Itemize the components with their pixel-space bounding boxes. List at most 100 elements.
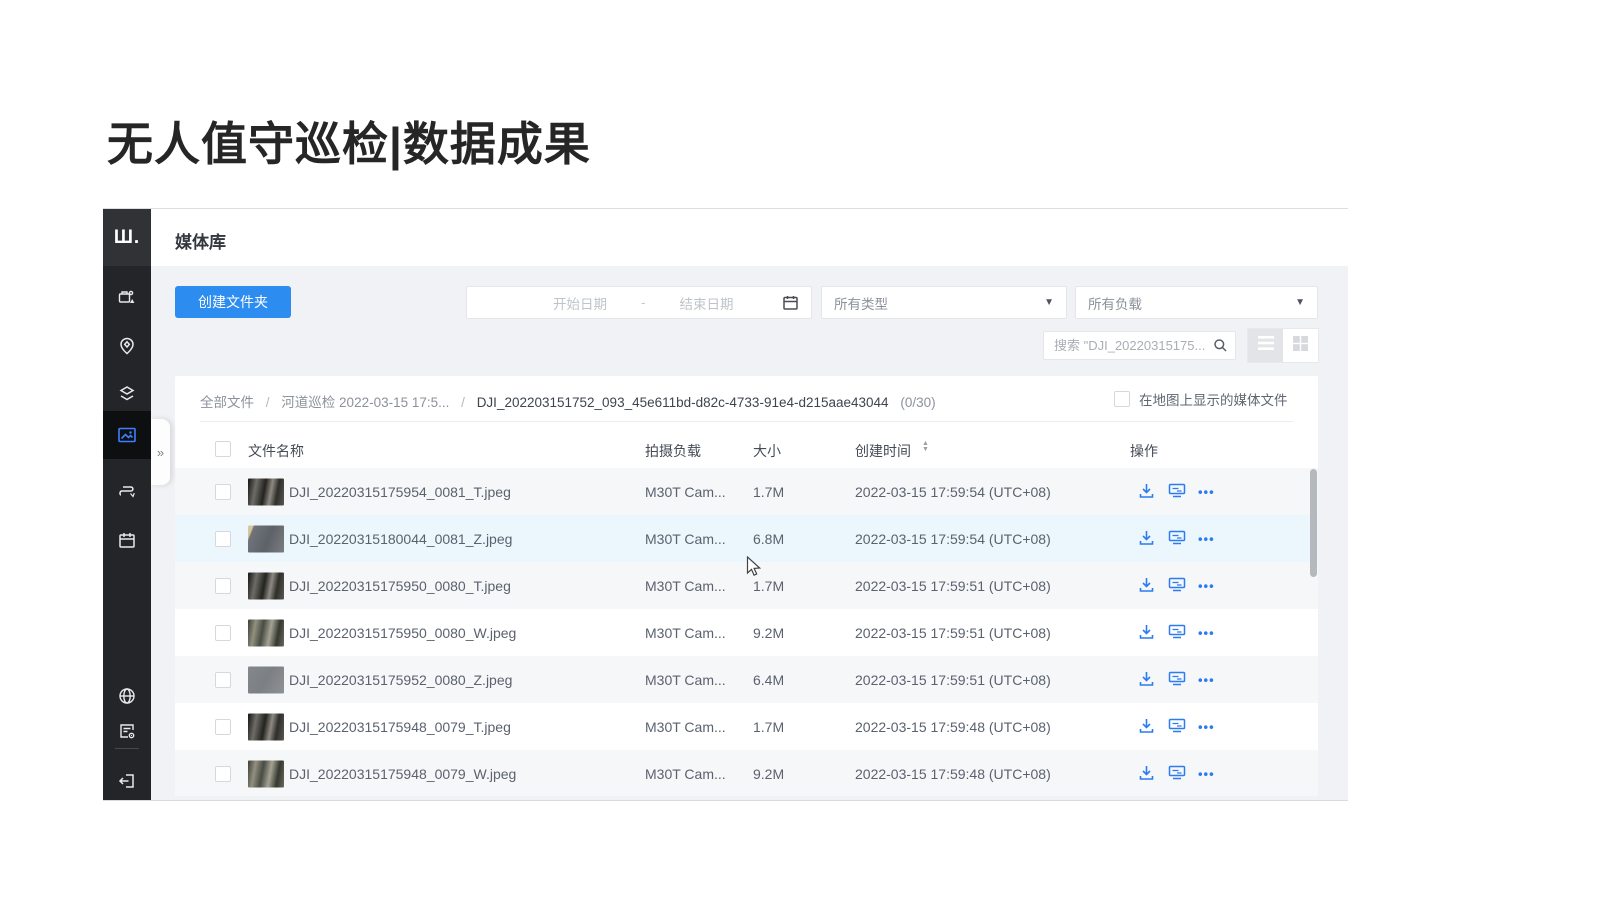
file-thumbnail[interactable]	[248, 525, 284, 552]
file-list-card: 全部文件 / 河道巡检 2022-03-15 17:5... / DJI_202…	[175, 376, 1318, 796]
table-row[interactable]: DJI_20220315175950_0080_T.jpeg M30T Cam.…	[175, 562, 1318, 609]
view-on-screen-icon[interactable]	[1168, 717, 1186, 736]
page-title: 无人值守巡检|数据成果	[107, 108, 591, 174]
row-checkbox[interactable]	[215, 719, 231, 735]
file-thumbnail[interactable]	[248, 572, 284, 599]
sidebar-item-logout[interactable]	[103, 757, 151, 801]
table-row[interactable]: DJI_20220315175948_0079_T.jpeg M30T Cam.…	[175, 703, 1318, 750]
view-on-screen-icon[interactable]	[1168, 576, 1186, 595]
file-payload: M30T Cam...	[645, 578, 726, 594]
file-thumbnail[interactable]	[248, 713, 284, 740]
end-date-placeholder[interactable]: 结束日期	[680, 293, 734, 313]
sidebar-divider	[115, 748, 139, 749]
row-checkbox[interactable]	[215, 766, 231, 782]
map-display-toggle[interactable]: 在地图上显示的媒体文件	[1114, 389, 1288, 409]
view-on-screen-icon[interactable]	[1168, 670, 1186, 689]
view-on-screen-icon[interactable]	[1168, 529, 1186, 548]
sidebar-item-map-marker[interactable]	[103, 322, 151, 370]
calendar-picker-icon[interactable]	[782, 294, 799, 314]
file-payload: M30T Cam...	[645, 625, 726, 641]
file-name[interactable]: DJI_20220315175950_0080_T.jpeg	[289, 578, 511, 594]
scrollbar-thumb[interactable]	[1310, 469, 1317, 577]
row-checkbox[interactable]	[215, 578, 231, 594]
map-marker-icon	[117, 336, 137, 356]
file-created: 2022-03-15 17:59:51 (UTC+08)	[855, 672, 1051, 688]
table-row[interactable]: DJI_20220315175948_0079_W.jpeg M30T Cam.…	[175, 750, 1318, 796]
view-on-screen-icon[interactable]	[1168, 623, 1186, 642]
download-icon[interactable]	[1138, 482, 1155, 502]
more-actions-icon[interactable]: •••	[1198, 625, 1215, 640]
sort-created-button[interactable]: ▲ ▼	[922, 441, 929, 453]
dock-logo-icon: Ш.	[103, 209, 151, 266]
sidebar-item-flight-route[interactable]	[103, 466, 151, 514]
layers-icon	[117, 384, 137, 404]
file-payload: M30T Cam...	[645, 531, 726, 547]
sidebar-item-devices[interactable]	[103, 274, 151, 322]
file-name[interactable]: DJI_20220315175954_0081_T.jpeg	[289, 484, 511, 500]
file-thumbnail[interactable]	[248, 619, 284, 646]
date-separator: -	[641, 295, 646, 310]
flight-route-icon	[117, 480, 137, 500]
sidebar-item-task-plan[interactable]	[103, 516, 151, 564]
file-thumbnail[interactable]	[248, 478, 284, 505]
breadcrumb-root[interactable]: 全部文件	[200, 395, 254, 410]
file-thumbnail[interactable]	[248, 666, 284, 693]
main-header: 媒体库	[151, 209, 1348, 266]
table-row[interactable]: DJI_20220315180044_0081_Z.jpeg M30T Cam.…	[175, 515, 1318, 562]
table-row[interactable]: DJI_20220315175950_0080_W.jpeg M30T Cam.…	[175, 609, 1318, 656]
file-name[interactable]: DJI_20220315175950_0080_W.jpeg	[289, 625, 516, 641]
grid-view-button[interactable]	[1283, 329, 1318, 362]
row-checkbox[interactable]	[215, 672, 231, 688]
view-on-screen-icon[interactable]	[1168, 482, 1186, 501]
table-row[interactable]: DJI_20220315175952_0080_Z.jpeg M30T Cam.…	[175, 656, 1318, 703]
file-payload: M30T Cam...	[645, 766, 726, 782]
breadcrumb-current: DJI_202203151752_093_45e611bd-d82c-4733-…	[477, 395, 889, 410]
start-date-placeholder[interactable]: 开始日期	[553, 293, 607, 313]
file-thumbnail[interactable]	[248, 760, 284, 787]
create-folder-button[interactable]: 创建文件夹	[175, 286, 291, 318]
file-size: 6.4M	[753, 672, 784, 688]
download-icon[interactable]	[1138, 764, 1155, 784]
sidebar-item-media-library[interactable]	[103, 411, 151, 459]
more-actions-icon[interactable]: •••	[1198, 672, 1215, 687]
payload-filter-select[interactable]: 所有负载 ▼	[1075, 286, 1318, 319]
row-checkbox[interactable]	[215, 625, 231, 641]
download-icon[interactable]	[1138, 623, 1155, 643]
table-row[interactable]: DJI_20220315175954_0081_T.jpeg M30T Cam.…	[175, 468, 1318, 515]
search-box[interactable]	[1043, 331, 1236, 360]
file-payload: M30T Cam...	[645, 672, 726, 688]
file-name[interactable]: DJI_20220315175948_0079_T.jpeg	[289, 719, 511, 735]
file-created: 2022-03-15 17:59:48 (UTC+08)	[855, 766, 1051, 782]
download-icon[interactable]	[1138, 529, 1155, 549]
map-display-checkbox[interactable]	[1114, 391, 1130, 407]
select-all-checkbox[interactable]	[215, 441, 231, 457]
more-actions-icon[interactable]: •••	[1198, 578, 1215, 593]
more-actions-icon[interactable]: •••	[1198, 719, 1215, 734]
download-icon[interactable]	[1138, 576, 1155, 596]
column-header-created: 创建时间	[855, 441, 911, 461]
row-checkbox[interactable]	[215, 531, 231, 547]
file-size: 6.8M	[753, 531, 784, 547]
date-range-picker[interactable]: 开始日期 - 结束日期	[466, 286, 812, 319]
more-actions-icon[interactable]: •••	[1198, 484, 1215, 499]
column-header-size: 大小	[753, 441, 781, 461]
type-filter-select[interactable]: 所有类型 ▼	[821, 286, 1067, 319]
search-icon[interactable]	[1213, 338, 1228, 358]
more-actions-icon[interactable]: •••	[1198, 766, 1215, 781]
file-name[interactable]: DJI_20220315175948_0079_W.jpeg	[289, 766, 516, 782]
table-body: DJI_20220315175954_0081_T.jpeg M30T Cam.…	[175, 468, 1318, 796]
chevron-down-icon: ▼	[1295, 297, 1305, 308]
file-payload: M30T Cam...	[645, 484, 726, 500]
file-name[interactable]: DJI_20220315180044_0081_Z.jpeg	[289, 531, 512, 547]
sidebar-expand-button[interactable]: »	[151, 419, 170, 485]
row-checkbox[interactable]	[215, 484, 231, 500]
download-icon[interactable]	[1138, 717, 1155, 737]
view-on-screen-icon[interactable]	[1168, 764, 1186, 783]
download-icon[interactable]	[1138, 670, 1155, 690]
breadcrumb-folder[interactable]: 河道巡检 2022-03-15 17:5...	[281, 395, 449, 410]
file-name[interactable]: DJI_20220315175952_0080_Z.jpeg	[289, 672, 512, 688]
more-actions-icon[interactable]: •••	[1198, 531, 1215, 546]
list-view-button[interactable]	[1248, 329, 1283, 362]
media-library-icon	[116, 424, 138, 446]
search-input[interactable]	[1044, 332, 1210, 359]
